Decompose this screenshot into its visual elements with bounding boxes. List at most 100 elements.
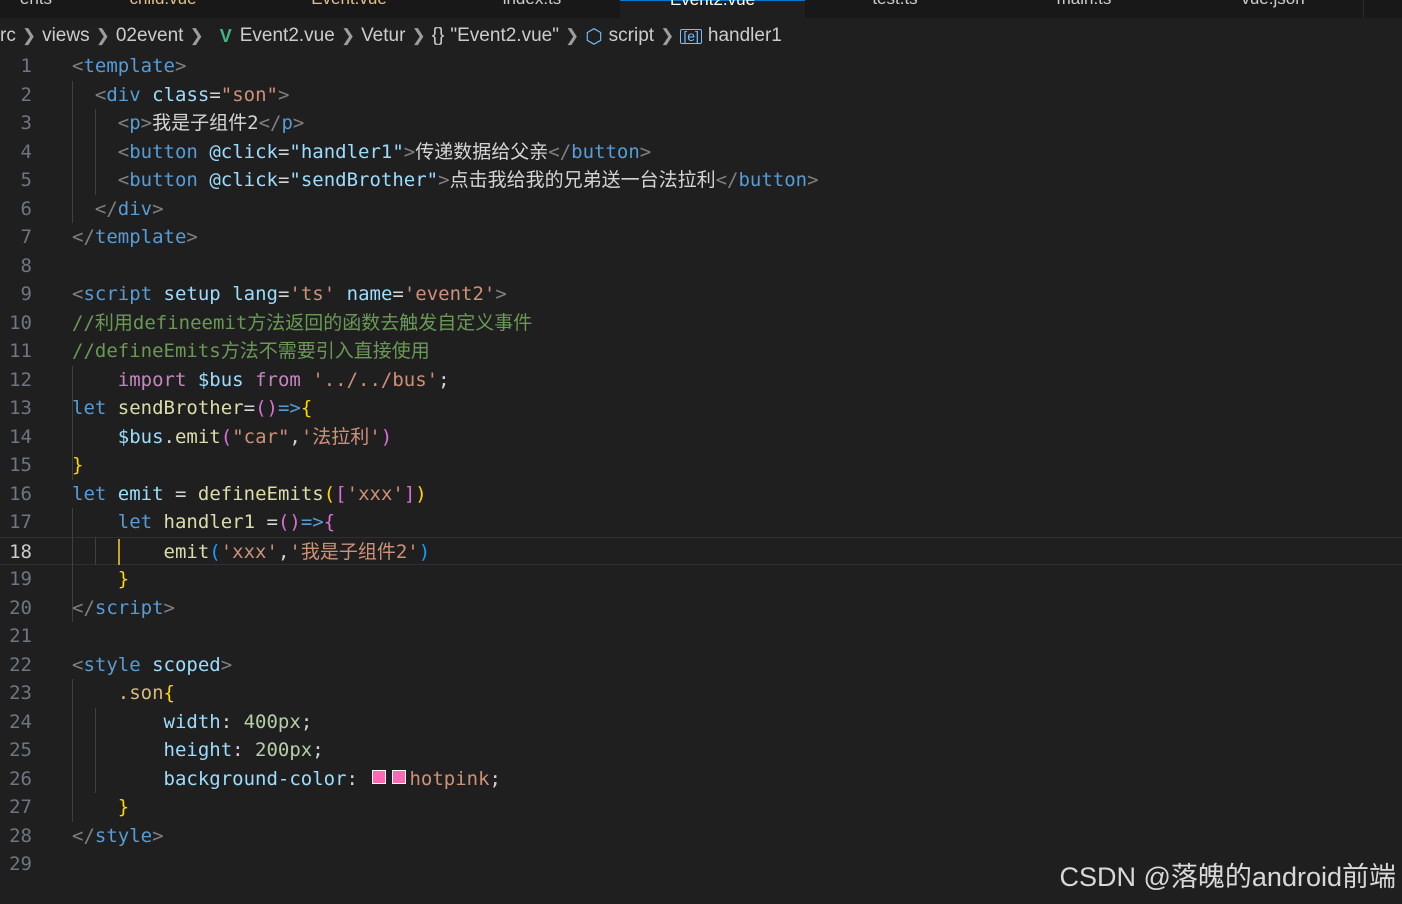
code-text: </style> [72, 822, 164, 851]
code-token: </ [94, 197, 118, 220]
chevron-right-icon: ❯ [189, 26, 204, 45]
code-token: let [72, 482, 107, 505]
editor-tab[interactable]: index.ts [444, 0, 621, 18]
code-token: = [255, 511, 278, 533]
breadcrumb-item-file[interactable]: V Event2.vue [210, 25, 335, 47]
editor-tab-label: main.ts [1057, 0, 1112, 9]
code-token: { [163, 682, 175, 704]
code-line[interactable]: 24 width: 400px; [0, 708, 1402, 737]
editor-tab[interactable]: child.vue [72, 0, 255, 18]
code-token: emit [117, 482, 164, 505]
chevron-right-icon: ❯ [21, 26, 37, 45]
code-line[interactable]: 19 } [0, 565, 1402, 594]
code-line[interactable]: 8 [0, 252, 1402, 281]
breadcrumb-item-vetur[interactable]: Vetur [361, 25, 405, 47]
breadcrumb-item-script[interactable]: ⬡ script [585, 24, 654, 49]
chevron-right-icon: ❯ [95, 26, 110, 45]
code-text: <div class="son"> [72, 81, 290, 110]
code-line[interactable]: 23 .son{ [0, 679, 1402, 708]
watermark: CSDN @落魄的android前端 [1059, 862, 1397, 892]
indent-guide [72, 422, 73, 480]
code-token: script [94, 596, 164, 619]
code-line[interactable]: 21 [0, 622, 1402, 651]
code-token: //defineEmits方法不需要引入直接使用 [72, 340, 430, 362]
breadcrumb-item-02event[interactable]: 02event [116, 25, 184, 47]
code-token: button [129, 140, 198, 163]
code-token: [ [335, 482, 347, 505]
code-line[interactable]: 9 <script setup lang='ts' name='event2'> [0, 280, 1402, 309]
code-token: $bus [197, 368, 244, 391]
line-number: 8 [20, 254, 32, 277]
code-line[interactable]: 16 let emit = defineEmits(['xxx']) [0, 480, 1402, 509]
editor-tab[interactable]: vue.json [1183, 0, 1364, 18]
breadcrumb-item-views[interactable]: views [42, 25, 90, 47]
code-token: ) [415, 482, 427, 505]
line-number: 5 [20, 169, 32, 191]
code-token: > [292, 112, 305, 134]
code-line[interactable]: 11 //defineEmits方法不需要引入直接使用 [0, 337, 1402, 366]
code-line[interactable]: 4 <button @click="handler1">传递数据给父亲</but… [0, 138, 1402, 167]
code-token: ] [403, 482, 416, 505]
code-token: button [129, 169, 198, 191]
code-line[interactable]: 15} [0, 451, 1402, 480]
code-token: ; [489, 767, 501, 790]
code-line[interactable]: 10 //利用defineemit方法返回的函数去触发自定义事件 [0, 309, 1402, 338]
code-token: </ [258, 112, 282, 134]
code-text: let emit = defineEmits(['xxx']) [72, 480, 427, 509]
editor-tab[interactable]: ents [0, 0, 73, 18]
editor-tab[interactable]: Event2.vue [620, 0, 806, 18]
code-token: => [277, 397, 301, 419]
indent-guide [72, 80, 73, 223]
code-token: let [117, 511, 153, 533]
code-token: button [571, 140, 640, 163]
code-token: > [438, 169, 450, 191]
editor-tab[interactable]: main.ts [985, 0, 1184, 18]
line-number: 15 [9, 454, 32, 476]
code-line[interactable]: 27 } [0, 793, 1402, 822]
code-line[interactable]: 20 </script> [0, 594, 1402, 623]
code-line[interactable]: 26 background-color: hotpink; [0, 765, 1402, 794]
editor-tab[interactable]: Event.vue [254, 0, 445, 18]
code-token: template [83, 55, 175, 77]
code-token: style [94, 824, 153, 847]
code-token: '法拉利' [300, 425, 381, 448]
code-token: ) [418, 540, 431, 563]
code-token: { [323, 511, 336, 533]
editor-tab[interactable]: test.ts [805, 0, 986, 18]
code-token: > [174, 55, 187, 77]
color-swatch[interactable] [392, 770, 407, 784]
code-line[interactable]: 12 import $bus from '../../bus'; [0, 366, 1402, 395]
code-text: </template> [72, 223, 198, 252]
color-swatch[interactable] [372, 770, 387, 784]
code-token: : [346, 767, 370, 790]
breadcrumb-item-module[interactable]: {} "Event2.vue" [432, 25, 559, 47]
breadcrumb-item-src[interactable]: rc [0, 25, 16, 47]
indent-guide [72, 508, 73, 622]
code-line[interactable]: 13 let sendBrother=()=>{ [0, 394, 1402, 423]
code-line[interactable]: 6 </div> [0, 195, 1402, 224]
code-token: : [232, 739, 256, 761]
code-line[interactable]: 7 </template> [0, 223, 1402, 252]
code-token: </ [72, 226, 95, 248]
line-number: 20 [9, 596, 32, 619]
code-line[interactable]: 18 emit('xxx','我是子组件2') [0, 536, 1402, 565]
editor-tab-label: index.ts [503, 0, 562, 9]
code-line[interactable]: 2 <div class="son"> [0, 81, 1402, 110]
code-line[interactable]: 5 <button @click="sendBrother">点击我给我的兄弟送… [0, 166, 1402, 195]
code-line[interactable]: 17 let handler1 =()=>{ [0, 508, 1402, 537]
code-line[interactable]: 14 $bus.emit("car",'法拉利') [0, 423, 1402, 452]
breadcrumb-item-handler1[interactable]: [e] handler1 [680, 25, 782, 47]
code-line[interactable]: 25 height: 200px; [0, 736, 1402, 765]
code-line[interactable]: 28 </style> [0, 822, 1402, 851]
code-token: ( [209, 540, 221, 563]
code-line[interactable]: 22 <style scoped> [0, 651, 1402, 680]
code-line[interactable]: 1 <template> [0, 52, 1402, 81]
cube-icon: ⬡ [585, 25, 603, 48]
code-line[interactable]: 3 <p>我是子组件2</p> [0, 109, 1402, 138]
